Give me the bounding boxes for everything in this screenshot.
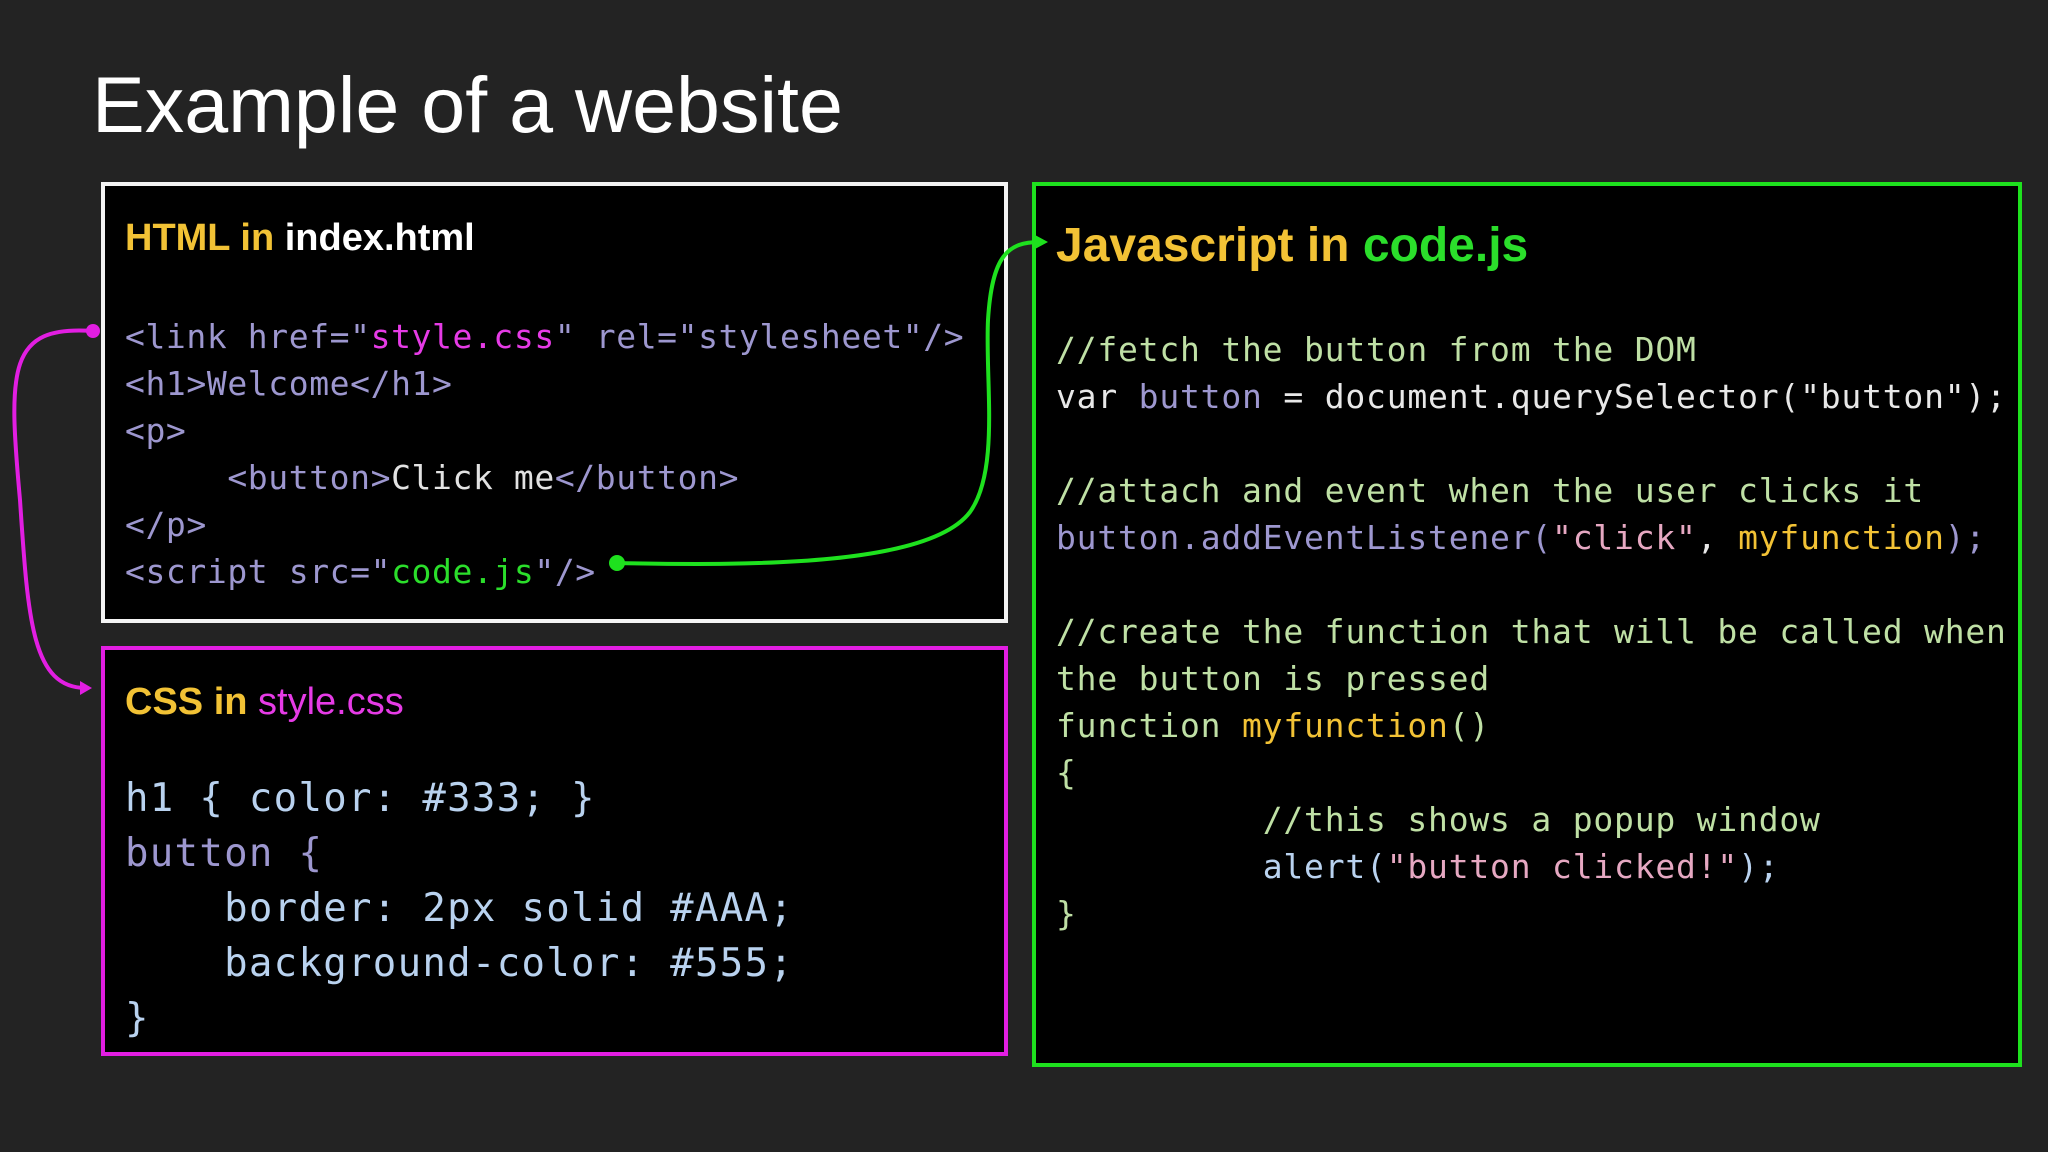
- js-link-arrowhead: [1035, 235, 1048, 249]
- css-link-arrowhead: [80, 681, 92, 695]
- connector-arrows: [12, 235, 1048, 695]
- css-link-curve: [12, 328, 94, 690]
- js-link-curve: [616, 240, 1041, 566]
- js-link-arrow: [609, 235, 1048, 571]
- css-link-arrow: [12, 324, 100, 695]
